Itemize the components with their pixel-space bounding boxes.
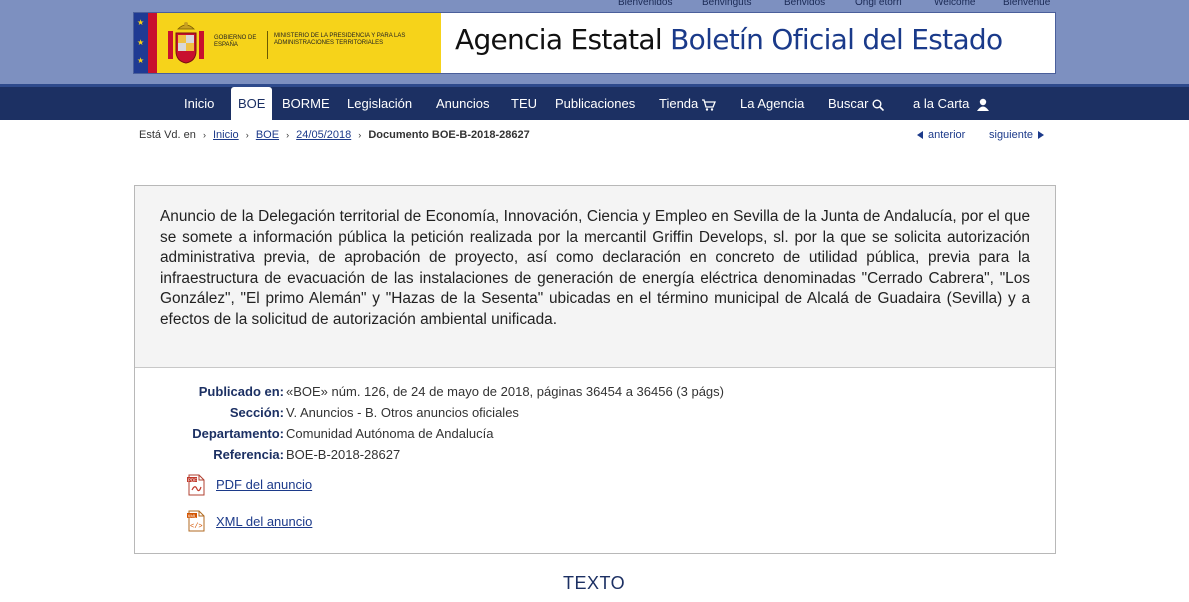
government-label: GOBIERNO DE ESPAÑA — [214, 35, 257, 48]
nav-la-agencia[interactable]: La Agencia — [740, 87, 804, 120]
meta-value: Comunidad Autónoma de Andalucía — [286, 426, 494, 441]
lang-link-ca[interactable]: Benvinguts — [702, 0, 751, 8]
breadcrumb: Está Vd. en › Inicio › BOE › 24/05/2018 … — [139, 129, 530, 141]
eu-flag-stripe: ★ ★ ★ — [134, 13, 148, 73]
pager-next-label: siguiente — [989, 129, 1034, 141]
svg-text:</>: </> — [190, 523, 203, 531]
nav-publicaciones[interactable]: Publicaciones — [555, 87, 635, 120]
agency-title-plain: Agencia Estatal — [455, 23, 663, 56]
meta-value: V. Anuncios - B. Otros anuncios oficiale… — [286, 405, 519, 420]
lang-link-eu[interactable]: Ongi etorri — [855, 0, 902, 8]
logo-divider — [267, 31, 268, 59]
pager-next[interactable]: siguiente — [989, 129, 1045, 141]
document-box: Anuncio de la Delegación territorial de … — [134, 185, 1056, 554]
lang-link-fr[interactable]: Bienvenue — [1003, 0, 1050, 8]
pager-prev[interactable]: anterior — [917, 129, 965, 141]
lang-link-es[interactable]: Bienvenidos — [618, 0, 672, 8]
language-bar: Bienvenidos Benvinguts Benvidos Ongi eto… — [0, 0, 1189, 9]
breadcrumb-separator-icon: › — [245, 130, 249, 140]
meta-label: Referencia: — [213, 447, 284, 462]
breadcrumb-date[interactable]: 24/05/2018 — [296, 129, 351, 141]
breadcrumb-separator-icon: › — [286, 130, 290, 140]
spain-flag-stripe — [148, 13, 157, 73]
cart-icon — [702, 98, 717, 111]
coat-of-arms-icon — [168, 22, 204, 64]
pdf-download-link[interactable]: PDF del anuncio — [216, 477, 312, 492]
nav-a-la-carta[interactable]: a la Carta — [913, 87, 990, 120]
breadcrumb-separator-icon: › — [358, 130, 362, 140]
breadcrumb-boe[interactable]: BOE — [256, 129, 279, 141]
site-header: ★ ★ ★ GOBIERNO DE ESPAÑA MINISTERIO DE L… — [133, 12, 1056, 74]
breadcrumb-current: Documento BOE-B-2018-28627 — [368, 129, 530, 141]
nav-teu[interactable]: TEU — [511, 87, 537, 120]
section-heading-texto: TEXTO — [563, 573, 626, 593]
top-band: Bienvenidos Benvinguts Benvidos Ongi eto… — [0, 0, 1189, 84]
pdf-icon[interactable]: PDF — [186, 474, 206, 496]
pager-prev-label: anterior — [928, 129, 966, 141]
user-icon — [977, 98, 990, 112]
ministry-label: MINISTERIO DE LA PRESIDENCIA Y PARA LAS … — [274, 33, 406, 46]
triangle-right-icon — [1038, 131, 1045, 140]
nav-anuncios[interactable]: Anuncios — [436, 87, 489, 120]
nav-boe[interactable]: BOE — [231, 87, 273, 120]
nav-a-la-carta-label: a la Carta — [913, 96, 970, 111]
agency-title[interactable]: Agencia Estatal Boletín Oficial del Esta… — [455, 23, 1003, 56]
document-title-area: Anuncio de la Delegación territorial de … — [135, 186, 1055, 368]
nav-buscar[interactable]: Buscar — [828, 87, 885, 120]
government-logo[interactable]: ★ ★ ★ GOBIERNO DE ESPAÑA MINISTERIO DE L… — [134, 13, 441, 73]
triangle-left-icon — [917, 131, 923, 140]
breadcrumb-separator-icon: › — [202, 130, 206, 140]
meta-label: Publicado en: — [198, 384, 284, 399]
svg-text:PDF: PDF — [188, 477, 197, 482]
xml-download-link[interactable]: XML del anuncio — [216, 514, 312, 529]
svg-text:XML: XML — [188, 513, 197, 518]
nav-borme[interactable]: BORME — [282, 87, 330, 120]
lang-link-gl[interactable]: Benvidos — [784, 0, 825, 8]
document-title: Anuncio de la Delegación territorial de … — [160, 208, 1030, 328]
agency-title-blue: Boletín Oficial del Estado — [670, 23, 1003, 56]
search-icon — [872, 99, 885, 111]
nav-buscar-label: Buscar — [828, 96, 869, 111]
nav-tienda-label: Tienda — [659, 96, 699, 111]
meta-label: Departamento: — [192, 426, 284, 441]
xml-icon[interactable]: XML </> — [186, 510, 206, 532]
breadcrumb-prefix: Está Vd. en — [139, 129, 196, 141]
lang-link-en[interactable]: Welcome — [934, 0, 976, 8]
nav-legislacion[interactable]: Legislación — [347, 87, 412, 120]
nav-tienda[interactable]: Tienda — [659, 87, 717, 120]
meta-value: «BOE» núm. 126, de 24 de mayo de 2018, p… — [286, 384, 724, 399]
nav-inicio[interactable]: Inicio — [184, 87, 214, 120]
meta-value: BOE-B-2018-28627 — [286, 447, 401, 462]
breadcrumb-inicio[interactable]: Inicio — [213, 129, 239, 141]
meta-label: Sección: — [229, 405, 284, 420]
main-nav: Inicio BOE BORME Legislación Anuncios TE… — [0, 84, 1189, 120]
